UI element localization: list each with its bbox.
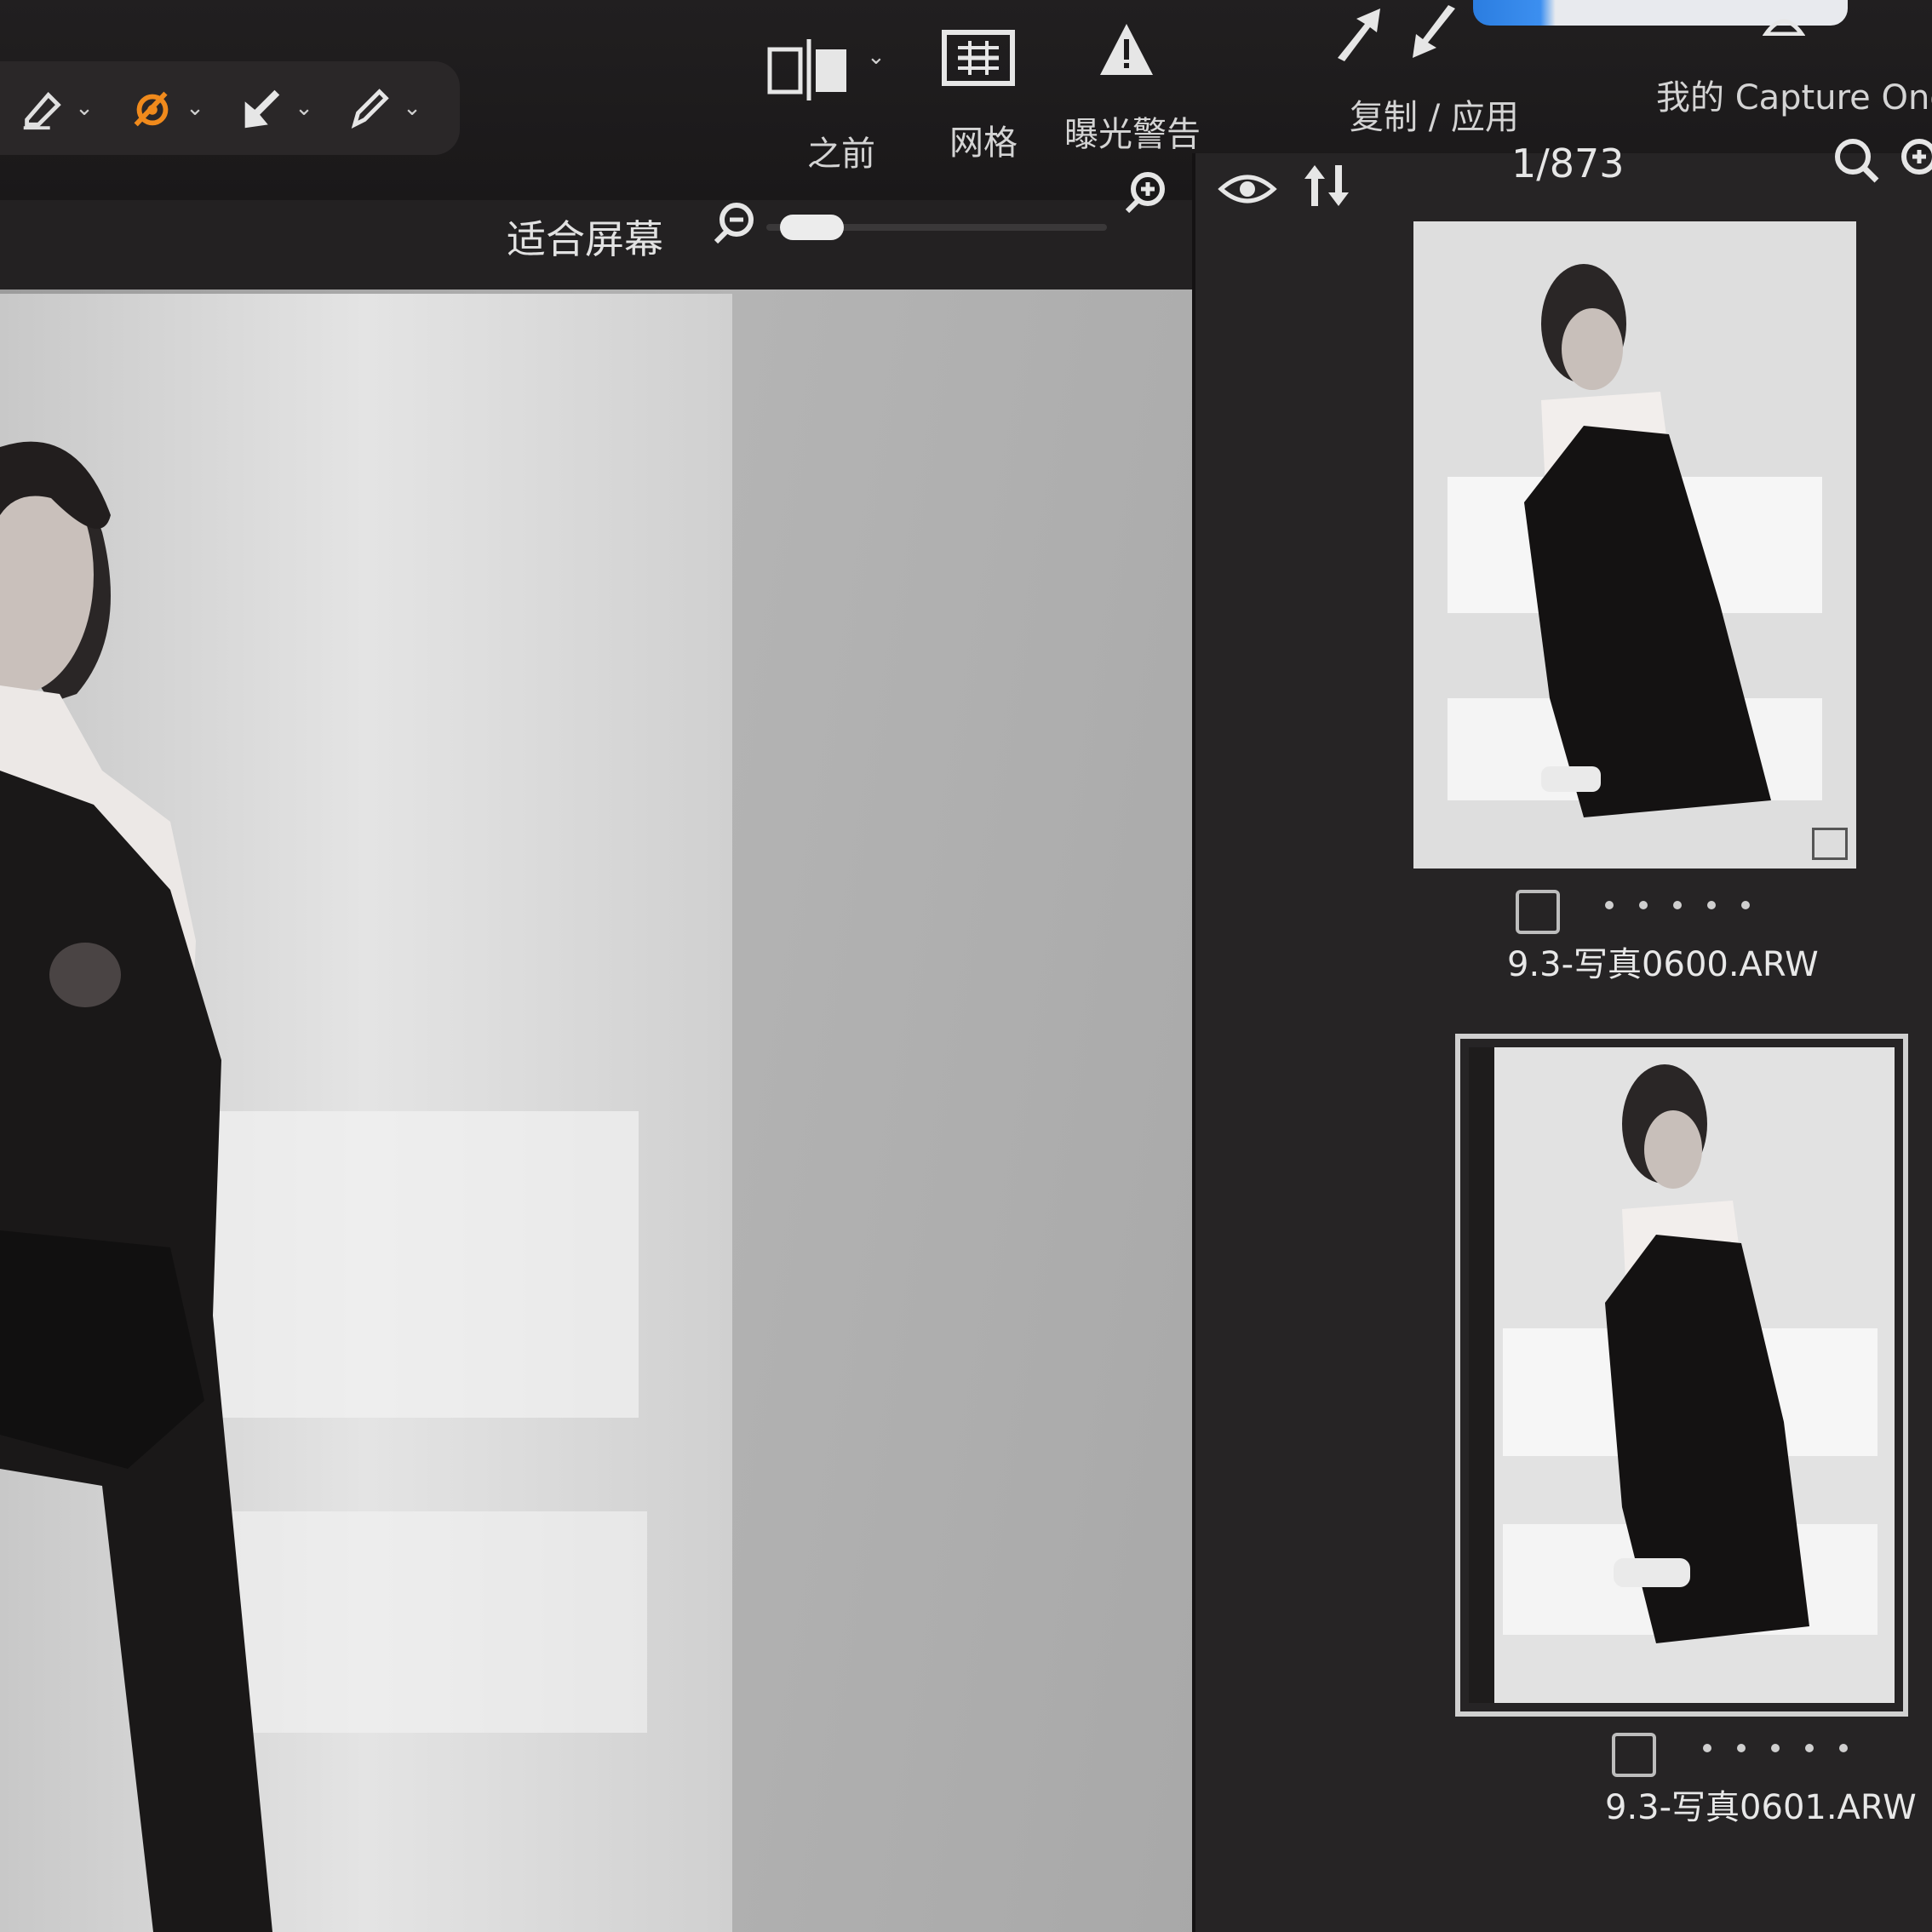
thumbnail-photo bbox=[1469, 1047, 1895, 1703]
zoom-in-icon[interactable] bbox=[1122, 170, 1167, 215]
star-rating[interactable] bbox=[1703, 1744, 1848, 1752]
search-icon[interactable] bbox=[1831, 135, 1882, 186]
chevron-down-icon[interactable]: ⌄ bbox=[867, 44, 886, 70]
rating-dot[interactable] bbox=[1605, 901, 1614, 909]
sort-icon[interactable] bbox=[1301, 162, 1352, 209]
zoom-out-icon[interactable] bbox=[711, 201, 755, 245]
zoom-slider-knob[interactable] bbox=[780, 215, 844, 240]
my-capture-one-label[interactable]: 我的 Capture One bbox=[1656, 70, 1932, 119]
rating-dot[interactable] bbox=[1839, 1744, 1848, 1752]
thumbnail-image-selected[interactable] bbox=[1455, 1034, 1908, 1717]
mask-brush-tool-button[interactable]: ⌄ bbox=[119, 70, 213, 146]
arrow-cursor-icon bbox=[244, 89, 280, 129]
thumbnail-checkbox[interactable] bbox=[1612, 1733, 1656, 1777]
rating-dot[interactable] bbox=[1707, 901, 1716, 909]
portrait-photo-image bbox=[0, 294, 732, 1932]
thumbnail-filename: 9.3-写真0600.ARW bbox=[1507, 945, 1819, 984]
chevron-down-icon[interactable]: ⌄ bbox=[403, 95, 421, 121]
eraser-tool-button[interactable]: ⌄ bbox=[9, 70, 102, 146]
rating-dot[interactable] bbox=[1805, 1744, 1814, 1752]
pen-icon bbox=[351, 89, 389, 129]
thumbnail-filename: 9.3-写真0601.ARW bbox=[1605, 1788, 1917, 1827]
panel-divider[interactable] bbox=[1192, 153, 1195, 1932]
eraser-icon bbox=[23, 91, 61, 130]
zoom-slider[interactable] bbox=[766, 215, 1107, 240]
info-badge-icon[interactable] bbox=[1812, 828, 1848, 860]
grid-icon[interactable] bbox=[941, 29, 1016, 87]
image-counter: 1/873 bbox=[1511, 140, 1625, 186]
thumbnail-photo bbox=[1413, 221, 1856, 869]
warning-triangle-icon[interactable] bbox=[1098, 22, 1155, 77]
rating-dot[interactable] bbox=[1639, 901, 1648, 909]
copy-apply-arrows-icon[interactable] bbox=[1333, 3, 1460, 63]
annotate-tool-button[interactable]: ⌄ bbox=[336, 70, 430, 146]
rating-dot[interactable] bbox=[1673, 901, 1682, 909]
chevron-down-icon[interactable]: ⌄ bbox=[75, 95, 94, 121]
chevron-down-icon[interactable]: ⌄ bbox=[295, 95, 313, 121]
grid-label: 网格 bbox=[949, 123, 1018, 163]
exposure-warning-label: 曝光警告 bbox=[1064, 115, 1201, 154]
user-icon[interactable] bbox=[1763, 5, 1805, 36]
eye-icon[interactable] bbox=[1218, 170, 1277, 208]
orange-brush-icon bbox=[134, 91, 169, 127]
rating-dot[interactable] bbox=[1741, 901, 1750, 909]
chevron-down-icon[interactable]: ⌄ bbox=[186, 95, 204, 121]
rating-dot[interactable] bbox=[1737, 1744, 1746, 1752]
thumbnail-checkbox[interactable] bbox=[1516, 890, 1560, 934]
zoom-in-icon[interactable] bbox=[1897, 135, 1932, 186]
thumbnail-image[interactable] bbox=[1413, 221, 1856, 869]
pick-tool-button[interactable]: ⌄ bbox=[228, 70, 322, 146]
rating-dot[interactable] bbox=[1703, 1744, 1711, 1752]
zoom-fit-label[interactable]: 适合屏幕 bbox=[507, 209, 663, 265]
copy-apply-label: 复制 / 应用 bbox=[1350, 98, 1519, 137]
before-after-icon[interactable] bbox=[766, 36, 851, 104]
rating-dot[interactable] bbox=[1771, 1744, 1780, 1752]
before-label: 之前 bbox=[807, 135, 875, 174]
main-photo bbox=[0, 294, 732, 1932]
star-rating[interactable] bbox=[1605, 901, 1750, 909]
